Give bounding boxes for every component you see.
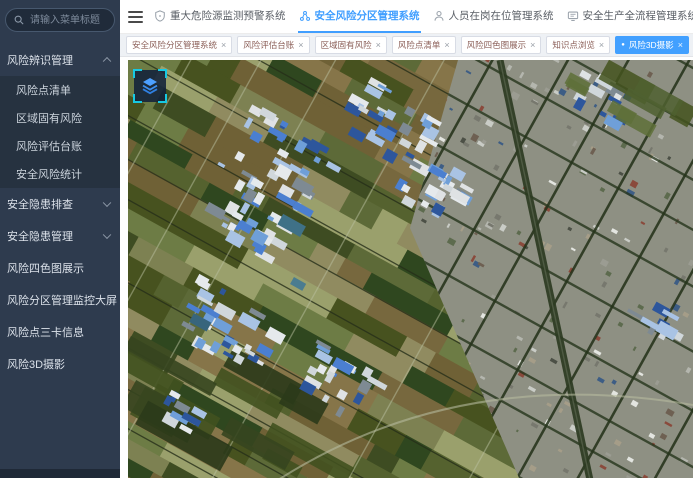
nodes-icon [299, 10, 311, 22]
sidebar: 风险辨识管理 风险点清单 区域固有风险 风险评估台账 安全风险统计 安全隐患排查… [0, 0, 120, 478]
tag-label: 风险评估台账 [243, 39, 294, 51]
hamburger-button[interactable] [128, 0, 143, 33]
person-icon [433, 10, 445, 22]
search-icon [14, 15, 24, 25]
search-input[interactable] [28, 14, 106, 27]
system-tab-personnel[interactable]: 人员在岗在位管理系统 [432, 0, 555, 33]
menu-search [5, 8, 115, 32]
tag-label: 知识点浏览 [552, 39, 595, 51]
tag-label: 安全风险分区管理系统 [132, 39, 217, 51]
shield-alert-icon [154, 10, 166, 22]
sidebar-item-three-card-info[interactable]: 风险点三卡信息 [0, 316, 120, 348]
sidebar-menu: 风险辨识管理 风险点清单 区域固有风险 风险评估台账 安全风险统计 安全隐患排查… [0, 44, 120, 469]
sidebar-item-risk-point-list[interactable]: 风险点清单 [0, 76, 120, 104]
main-area: 重大危险源监测预警系统 安全风险分区管理系统 人员在岗在位管理系统 [120, 0, 693, 478]
sidebar-item-risk-3d[interactable]: 风险3D摄影 [0, 348, 120, 380]
tag-risk-zone-system[interactable]: 安全风险分区管理系统 × [126, 36, 232, 54]
system-tab-label: 人员在岗在位管理系统 [449, 8, 554, 23]
close-icon[interactable]: × [298, 41, 303, 50]
bracket [158, 94, 167, 103]
system-tab-risk-zone[interactable]: 安全风险分区管理系统 [298, 0, 421, 33]
sidebar-group-hazard-check[interactable]: 安全隐患排查 [0, 188, 120, 220]
tag-risk-assess-ledger[interactable]: 风险评估台账 × [237, 36, 309, 54]
satellite-map[interactable] [128, 60, 693, 478]
sidebar-group-risk-identify[interactable]: 风险辨识管理 [0, 44, 120, 76]
chevron-down-icon [103, 199, 111, 207]
chevron-down-icon [103, 231, 111, 239]
sidebar-item-risk-assess-ledger[interactable]: 风险评估台账 [0, 132, 120, 160]
sidebar-item-four-color-map[interactable]: 风险四色图展示 [0, 252, 120, 284]
bracket [133, 69, 142, 78]
layers-icon [140, 76, 160, 96]
chevron-up-icon [103, 57, 111, 65]
system-tab-label: 安全风险分区管理系统 [315, 8, 420, 23]
tag-four-color-map[interactable]: 风险四色图展示 × [461, 36, 542, 54]
close-icon[interactable]: × [376, 41, 381, 50]
satellite-imagery [128, 60, 693, 478]
close-icon[interactable]: × [678, 41, 683, 50]
monitor-icon [567, 10, 579, 22]
active-dot-icon: ● [621, 42, 625, 48]
close-icon[interactable]: × [599, 41, 604, 50]
menu-label: 安全隐患排查 [7, 196, 73, 212]
tags-view-bar: 安全风险分区管理系统 × 风险评估台账 × 区域固有风险 × 风险点清单 × 风… [120, 34, 693, 57]
app-window: 风险辨识管理 风险点清单 区域固有风险 风险评估台账 安全风险统计 安全隐患排查… [0, 0, 693, 478]
sidebar-item-safety-risk-stats[interactable]: 安全风险统计 [0, 160, 120, 188]
sidebar-footer-bar [0, 469, 120, 478]
system-tab-label: 安全生产全流程管理系统 [583, 8, 693, 23]
menu-label: 安全隐患管理 [7, 228, 73, 244]
sidebar-item-area-inherent-risk[interactable]: 区域固有风险 [0, 104, 120, 132]
sidebar-submenu: 风险点清单 区域固有风险 风险评估台账 安全风险统计 [0, 76, 120, 188]
tag-area-inherent-risk[interactable]: 区域固有风险 × [315, 36, 387, 54]
tag-risk-point-list[interactable]: 风险点清单 × [392, 36, 456, 54]
bracket [133, 94, 142, 103]
close-icon[interactable]: × [530, 41, 535, 50]
layers-control[interactable] [134, 70, 166, 102]
system-tab-label: 重大危险源监测预警系统 [170, 8, 286, 23]
sidebar-group-hazard-manage[interactable]: 安全隐患管理 [0, 220, 120, 252]
tag-label: 风险四色图展示 [467, 39, 527, 51]
close-icon[interactable]: × [444, 41, 449, 50]
tag-knowledge-points[interactable]: 知识点浏览 × [546, 36, 610, 54]
tag-label: 风险点清单 [398, 39, 441, 51]
top-navbar: 重大危险源监测预警系统 安全风险分区管理系统 人员在岗在位管理系统 [120, 0, 693, 34]
tag-label: 风险3D摄影 [629, 39, 674, 51]
tag-risk-3d-active[interactable]: ● 风险3D摄影 × [615, 36, 689, 54]
sidebar-item-zone-monitor-screen[interactable]: 风险分区管理监控大屏 [0, 284, 120, 316]
system-tab-major-hazard[interactable]: 重大危险源监测预警系统 [153, 0, 287, 33]
close-icon[interactable]: × [221, 41, 226, 50]
bracket [158, 69, 167, 78]
system-tab-production-flow[interactable]: 安全生产全流程管理系统 [566, 0, 693, 33]
menu-label: 风险辨识管理 [7, 52, 73, 68]
tag-label: 区域固有风险 [321, 39, 372, 51]
